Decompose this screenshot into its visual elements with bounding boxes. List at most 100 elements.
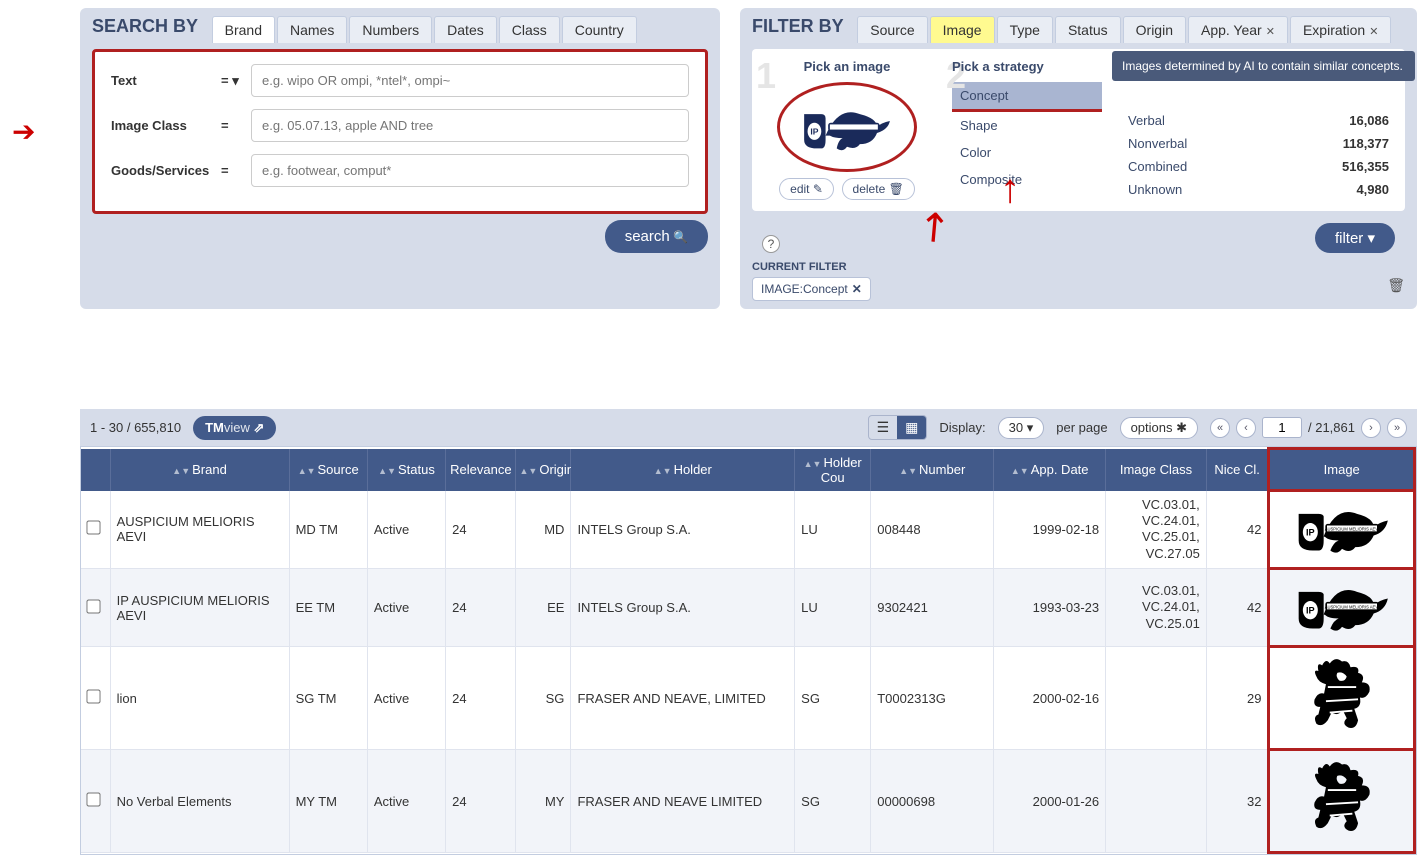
image-class-input[interactable] [251, 109, 689, 142]
op-goods: = [221, 163, 251, 178]
cell-nice: 29 [1206, 647, 1269, 750]
strategy-tooltip: Images determined by AI to contain simil… [1112, 51, 1415, 81]
results-toolbar: 1 - 30 / 655,810 TMview ⇗ ☰ ▦ Display: 3… [80, 409, 1417, 446]
cell-image [1269, 491, 1415, 569]
count-value: 516,355 [1342, 159, 1389, 174]
current-filter-label: CURRENT FILTER [752, 261, 1405, 273]
pager-input[interactable] [1262, 417, 1302, 438]
per-page-suffix: per page [1056, 420, 1107, 435]
filter-title: FILTER BY [752, 16, 844, 37]
chip-remove-icon[interactable]: ✕ [852, 282, 862, 296]
count-row[interactable]: Nonverbal118,377 [1122, 132, 1395, 155]
pager-next[interactable]: › [1361, 418, 1381, 438]
search-tab-class[interactable]: Class [499, 16, 560, 43]
grid-view-icon[interactable]: ▦ [897, 416, 926, 439]
search-panel: SEARCH BY BrandNamesNumbersDatesClassCou… [80, 8, 720, 309]
col-header[interactable]: ▲▼Holder Cou [795, 449, 871, 491]
cell-status: Active [367, 569, 445, 647]
tab-close-icon[interactable]: ✕ [1369, 26, 1378, 38]
filter-tab-expiration[interactable]: Expiration✕ [1290, 16, 1391, 43]
results-grid: ▲▼Brand▲▼Source▲▼StatusRelevance▲▼Origin… [80, 446, 1417, 855]
col-header[interactable]: ▲▼Status [367, 449, 445, 491]
strategy-composite[interactable]: Composite [952, 166, 1102, 193]
col-header[interactable]: ▲▼Source [289, 449, 367, 491]
pager-prev[interactable]: ‹ [1236, 418, 1256, 438]
col-header[interactable]: Image [1269, 449, 1415, 491]
search-tab-dates[interactable]: Dates [434, 16, 497, 43]
col-header[interactable]: ▲▼Brand [110, 449, 289, 491]
row-checkbox[interactable] [86, 599, 100, 613]
row-checkbox[interactable] [86, 689, 100, 703]
step2-title: Pick a strategy [952, 59, 1102, 74]
count-row[interactable]: Unknown4,980 [1122, 178, 1395, 201]
filter-tab-type[interactable]: Type [997, 16, 1053, 43]
cell-origin: MY [515, 750, 571, 853]
help-button[interactable]: ? [762, 235, 780, 253]
count-row[interactable]: Combined 516,355 [1122, 155, 1395, 178]
view-toggle[interactable]: ☰ ▦ [868, 415, 928, 440]
cell-status: Active [367, 750, 445, 853]
filter-tab-status[interactable]: Status [1055, 16, 1121, 43]
search-button[interactable]: search [605, 220, 708, 253]
edit-image-button[interactable]: edit ✎ [779, 178, 834, 200]
cell-holder-country: SG [795, 647, 871, 750]
cell-appdate: 1993-03-23 [994, 569, 1106, 647]
search-tab-names[interactable]: Names [277, 16, 347, 43]
col-header[interactable] [81, 449, 110, 491]
op-text[interactable]: = ▾ [221, 73, 251, 89]
filter-tab-image[interactable]: Image [930, 16, 995, 43]
search-form: Text = ▾ Image Class = Goods/Services = [92, 49, 708, 214]
pager-first[interactable]: « [1210, 418, 1230, 438]
filter-tab-source[interactable]: Source [857, 16, 927, 43]
pager: « ‹ / 21,861 › » [1210, 417, 1407, 438]
per-page-select[interactable]: 30 ▾ [998, 417, 1045, 439]
filter-button[interactable]: filter ▾ [1315, 223, 1395, 253]
cell-origin: MD [515, 491, 571, 569]
cell-brand: IP AUSPICIUM MELIORIS AEVI [110, 569, 289, 647]
count-value: 4,980 [1356, 182, 1389, 197]
cell-nice: 42 [1206, 491, 1269, 569]
row-checkbox[interactable] [86, 792, 100, 806]
options-button[interactable]: options ✱ [1120, 417, 1198, 439]
col-header[interactable]: ▲▼Holder [571, 449, 795, 491]
cell-imgclass [1106, 647, 1207, 750]
col-header[interactable]: Image Class [1106, 449, 1207, 491]
search-tab-numbers[interactable]: Numbers [349, 16, 432, 43]
tab-close-icon[interactable]: ✕ [1266, 26, 1275, 38]
goods-input[interactable] [251, 154, 689, 187]
delete-image-button[interactable]: delete 🗑 [842, 178, 915, 200]
col-header[interactable]: ▲▼Origin [515, 449, 571, 491]
col-header[interactable]: ▲▼App. Date [994, 449, 1106, 491]
search-tab-country[interactable]: Country [562, 16, 637, 43]
filter-tab-origin[interactable]: Origin [1123, 16, 1186, 43]
count-row[interactable]: Verbal16,086 [1122, 109, 1395, 132]
table-row[interactable]: AUSPICIUM MELIORIS AEVIMD TMActive24MDIN… [81, 491, 1415, 569]
table-row[interactable]: IP AUSPICIUM MELIORIS AEVIEE TMActive24E… [81, 569, 1415, 647]
search-tab-brand[interactable]: Brand [212, 16, 275, 43]
cell-holder-country: LU [795, 569, 871, 647]
col-header[interactable]: Relevance [446, 449, 515, 491]
label-goods: Goods/Services [111, 163, 221, 178]
cell-relevance: 24 [446, 569, 515, 647]
cell-source: EE TM [289, 569, 367, 647]
filter-chip[interactable]: IMAGE:Concept✕ [752, 277, 871, 301]
cell-appdate: 2000-01-26 [994, 750, 1106, 853]
clear-filters-icon[interactable]: 🗑 [1387, 277, 1405, 294]
count-label: Combined [1128, 159, 1187, 174]
col-header[interactable]: Nice Cl. [1206, 449, 1269, 491]
table-row[interactable]: No Verbal ElementsMY TMActive24MYFRASER … [81, 750, 1415, 853]
cell-nice: 32 [1206, 750, 1269, 853]
tmview-badge[interactable]: TMview ⇗ [193, 416, 276, 440]
table-row[interactable]: lionSG TMActive24SGFRASER AND NEAVE, LIM… [81, 647, 1415, 750]
list-view-icon[interactable]: ☰ [869, 416, 898, 439]
strategy-concept[interactable]: Concept [952, 82, 1102, 112]
strategy-shape[interactable]: Shape [952, 112, 1102, 139]
col-header[interactable]: ▲▼Number [871, 449, 994, 491]
filter-panel: FILTER BY SourceImageTypeStatusOriginApp… [740, 8, 1417, 309]
filter-tab-app--year[interactable]: App. Year✕ [1188, 16, 1288, 43]
cell-image [1269, 647, 1415, 750]
strategy-color[interactable]: Color [952, 139, 1102, 166]
pager-last[interactable]: » [1387, 418, 1407, 438]
text-input[interactable] [251, 64, 689, 97]
row-checkbox[interactable] [86, 521, 100, 535]
